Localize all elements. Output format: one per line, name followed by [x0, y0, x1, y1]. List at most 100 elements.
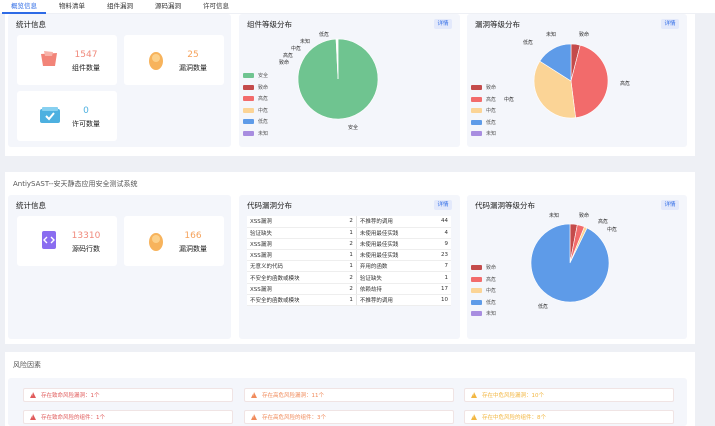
component-icon [39, 49, 59, 71]
tab-bom[interactable]: 物料清单 [48, 0, 96, 13]
license-icon [39, 105, 61, 127]
risk-item[interactable]: 存在中危风险的组件：8个 [464, 410, 674, 424]
table-cell: 2 [346, 216, 357, 228]
code-vuln-dist-detail-button[interactable]: 详情 [434, 200, 452, 210]
risk-item[interactable]: 存在中危风险漏洞：10个 [464, 388, 674, 402]
stats-card: 统计信息 1547 组件数量 25 漏洞数量 0 许可数量 [8, 14, 231, 147]
table-cell: 未使用最佳实践 [356, 238, 437, 251]
tab-bar: 概览信息 物料清单 组件漏洞 源码漏洞 许可信息 [0, 0, 715, 14]
warning-icon [30, 392, 36, 398]
license-count-label: 许可数量 [72, 120, 100, 128]
risk-text: 存在致命风险漏洞：1个 [41, 393, 100, 399]
table-cell: 不安全的函数或模块 [247, 271, 347, 284]
table-cell: XSS漏洞 [247, 216, 347, 228]
table-cell: 2 [346, 283, 357, 295]
component-count-label: 组件数量 [72, 64, 100, 72]
table-cell: 1 [346, 294, 357, 307]
code-icon [39, 230, 59, 252]
table-cell: 验证缺失 [247, 227, 347, 239]
table-cell: 不推荐的调用 [356, 216, 437, 228]
code-lines-value: 13310 [71, 231, 101, 241]
code-vuln-count-stat: 166 漏洞数量 [124, 216, 224, 266]
code-vuln-count-label: 漏洞数量 [179, 245, 207, 253]
table-cell: 1 [346, 227, 357, 239]
warning-icon [251, 414, 257, 420]
warning-icon [251, 392, 257, 398]
code-lines-label: 源码行数 [72, 245, 100, 253]
table-cell: 10 [437, 294, 451, 307]
table-cell: 依赖劫持 [356, 283, 437, 295]
table-row: 不安全的函数或模块 1 不推荐的调用 10 [247, 294, 451, 307]
code-vuln-dist-card: 代码漏洞分布 详情 XSS漏洞 2 不推荐的调用 44 验证缺失 1 未使用最佳实践 4 XSS… [239, 195, 460, 339]
table-row: XSS漏洞 1 未使用最佳实践 23 [247, 249, 451, 262]
pie-label: 致命 [579, 213, 590, 219]
pie-label: 高危 [598, 219, 609, 225]
risk-item[interactable]: 存在致命风险漏洞：1个 [23, 388, 233, 402]
risk-text: 存在致命风险的组件：1个 [41, 415, 106, 421]
overview-panel: 统计信息 1547 组件数量 25 漏洞数量 0 许可数量 组件等级分布 详情 [5, 14, 695, 156]
code-vuln-table: XSS漏洞 2 不推荐的调用 44 验证缺失 1 未使用最佳实践 4 XSS漏洞 2 未使用最佳实践… [247, 216, 451, 307]
table-cell: 未使用最佳实践 [356, 249, 437, 262]
table-cell: 4 [437, 227, 451, 239]
warning-icon [471, 392, 477, 398]
code-lines-stat: 13310 源码行数 [17, 216, 117, 266]
risk-item[interactable]: 存在致命风险的组件：1个 [23, 410, 233, 424]
table-cell: 1 [346, 249, 357, 262]
warning-icon [30, 414, 36, 420]
pie-label: 未知 [546, 32, 557, 38]
pie-slice [530, 223, 610, 303]
component-count-value: 1547 [74, 50, 98, 60]
table-cell: 23 [437, 249, 451, 262]
table-cell: 1 [437, 271, 451, 284]
pie-label: 致命 [279, 60, 290, 66]
table-row: 不安全的函数或模块 2 验证缺失 1 [247, 271, 451, 284]
pie-label: 中危 [504, 97, 515, 103]
tab-component-vulns[interactable]: 组件漏洞 [96, 0, 144, 13]
pie-label: 中危 [291, 46, 302, 52]
pie-label: 高危 [283, 53, 294, 59]
risk-item[interactable]: 存在高危风险漏洞：11个 [244, 388, 454, 402]
table-cell: 未使用最佳实践 [356, 227, 437, 239]
sast-stats-title: 统计信息 [16, 201, 46, 210]
table-cell: 不推荐的调用 [356, 294, 437, 307]
table-cell: 2 [346, 271, 357, 284]
table-row: 无意义的代码 1 弃用的函数 7 [247, 260, 451, 273]
risk-item[interactable]: 存在高危风险的组件：3个 [244, 410, 454, 424]
license-count-value: 0 [83, 106, 89, 116]
table-cell: 弃用的函数 [356, 260, 437, 273]
pie-label: 高危 [620, 81, 631, 87]
table-cell: 44 [437, 216, 451, 228]
table-cell: 17 [437, 283, 451, 295]
risk-text: 存在中危风险漏洞：10个 [482, 393, 544, 399]
table-cell: 1 [346, 260, 357, 273]
pie-label: 低危 [319, 32, 330, 38]
tab-license[interactable]: 许可信息 [192, 0, 240, 13]
table-cell: 7 [437, 260, 451, 273]
pie-label: 中危 [607, 227, 618, 233]
table-cell: 不安全的函数或模块 [247, 294, 347, 307]
table-cell: 验证缺失 [356, 271, 437, 284]
table-cell: 2 [346, 238, 357, 251]
sast-system-title: AntiySAST--安天静态应用安全测试系统 [13, 180, 138, 188]
sast-stats-card: 统计信息 13310 源码行数 166 漏洞数量 [8, 195, 231, 339]
vuln-count-stat: 25 漏洞数量 [124, 35, 224, 85]
vuln-level-pie [533, 43, 609, 119]
table-row: XSS漏洞 2 不推荐的调用 44 [247, 216, 451, 228]
tab-overview[interactable]: 概览信息 [0, 0, 48, 14]
component-level-card: 组件等级分布 详情 安全 致命 高危 中危 低危 未知 低危 未知 中危 高危 … [239, 14, 460, 147]
risk-text: 存在中危风险的组件：8个 [482, 415, 547, 421]
vuln-level-card: 漏洞等级分布 详情 致命 高危 中危 低危 未知 未知 致命 低危 高危 中危 [467, 14, 687, 147]
vuln-icon [146, 49, 166, 73]
component-count-stat: 1547 组件数量 [17, 35, 117, 85]
risk-panel: 风险因素 存在致命风险漏洞：1个 存在高危风险漏洞：11个 存在中危风险漏洞：10个… [5, 352, 695, 426]
tab-source-vulns[interactable]: 源码漏洞 [144, 0, 192, 13]
risk-title: 风险因素 [13, 361, 41, 369]
code-vuln-dist-title: 代码漏洞分布 [247, 201, 292, 210]
vuln-count-value: 25 [187, 50, 199, 60]
code-level-pie [530, 223, 610, 303]
risk-text: 存在高危风险的组件：3个 [262, 415, 327, 421]
pie-label: 未知 [549, 213, 560, 219]
pie-label: 安全 [348, 125, 359, 131]
table-cell: XSS漏洞 [247, 238, 347, 251]
table-cell: XSS漏洞 [247, 283, 347, 295]
